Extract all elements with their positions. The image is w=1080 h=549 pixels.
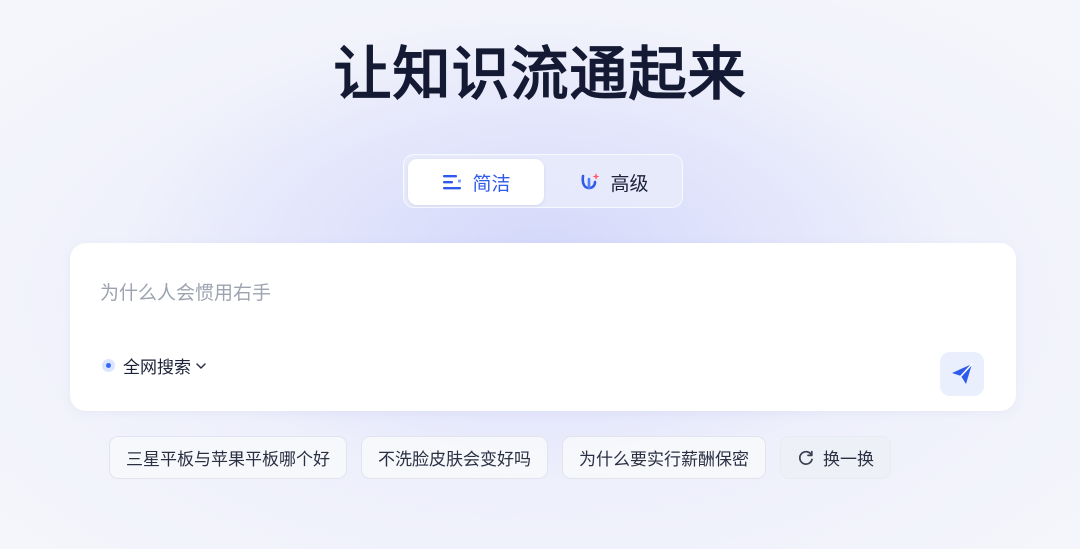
suggestion-list: 三星平板与苹果平板哪个好 不洗脸皮肤会变好吗 为什么要实行薪酬保密 换一换	[109, 436, 891, 479]
search-scope-dropdown[interactable]: 全网搜索	[102, 351, 207, 379]
search-card: 全网搜索	[70, 243, 1016, 411]
tab-advanced[interactable]: 高级	[548, 159, 680, 205]
globe-dot-icon	[102, 358, 115, 372]
tab-advanced-label: 高级	[610, 172, 649, 195]
suggestion-chip[interactable]: 为什么要实行薪酬保密	[562, 436, 766, 479]
tab-simple-label: 简洁	[472, 172, 511, 195]
search-input[interactable]	[100, 273, 960, 313]
mode-switch: 简洁 高级	[403, 154, 683, 208]
chevron-down-icon	[196, 363, 206, 369]
search-scope-label: 全网搜索	[123, 357, 191, 378]
tab-simple[interactable]: 简洁	[408, 159, 544, 205]
suggestion-chip[interactable]: 不洗脸皮肤会变好吗	[361, 436, 548, 479]
refresh-icon	[798, 450, 813, 465]
refresh-label: 换一换	[823, 450, 874, 470]
send-button[interactable]	[940, 352, 984, 396]
refresh-suggestions-button[interactable]: 换一换	[780, 436, 891, 479]
suggestion-chip[interactable]: 三星平板与苹果平板哪个好	[109, 436, 347, 479]
sparkle-search-icon	[581, 173, 600, 190]
list-icon	[443, 175, 462, 190]
paper-plane-icon	[952, 363, 973, 384]
page-title: 让知识流通起来	[333, 40, 747, 108]
